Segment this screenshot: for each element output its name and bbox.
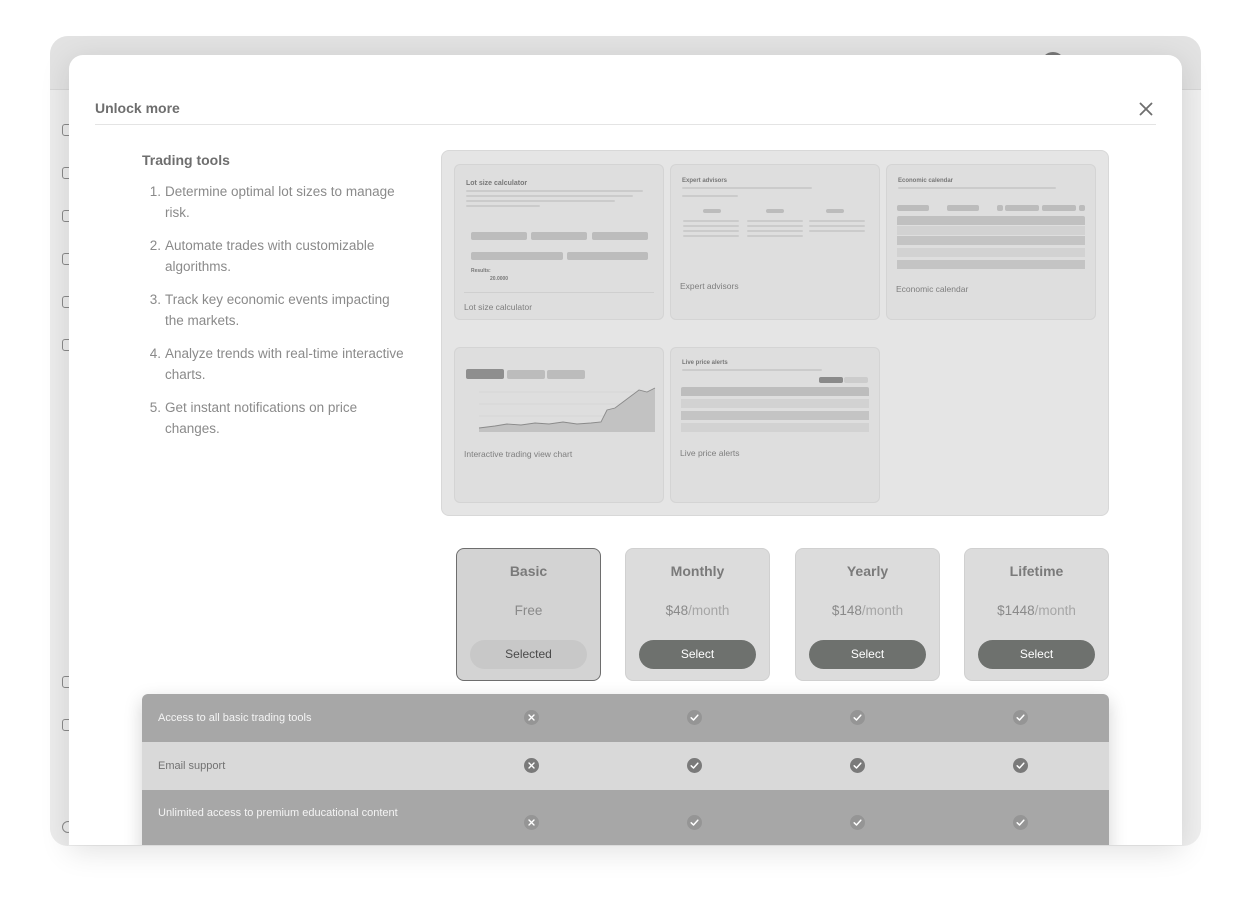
- tool-card-economic-calendar[interactable]: Economic calendar Economic calendar: [886, 164, 1096, 320]
- live-price-alerts-preview: Live price alerts: [682, 360, 868, 371]
- feature-label: Unlimited access to premium educational …: [158, 807, 398, 819]
- close-icon: [1139, 102, 1153, 116]
- table-row: Access to all basic trading tools: [142, 694, 1109, 742]
- background-sidebar: [50, 90, 68, 846]
- tool-card-label: Live price alerts: [680, 448, 740, 458]
- included-icon: [850, 710, 865, 725]
- included-icon: [687, 815, 702, 830]
- tool-card-label: Lot size calculator: [464, 302, 533, 312]
- excluded-icon: [524, 815, 539, 830]
- select-yearly-button[interactable]: Select: [809, 640, 926, 669]
- feature-label: Access to all basic trading tools: [158, 712, 312, 724]
- select-lifetime-button[interactable]: Select: [978, 640, 1095, 669]
- excluded-icon: [524, 710, 539, 725]
- table-row: Email support: [142, 742, 1109, 790]
- trading-tools-heading: Trading tools: [142, 152, 230, 168]
- tools-preview-panel: Lot size calculator Results: 20.0000 Lot…: [441, 150, 1109, 516]
- plan-yearly[interactable]: Yearly $148/month Select: [795, 548, 940, 681]
- included-icon: [687, 710, 702, 725]
- tool-card-label: Economic calendar: [896, 284, 969, 294]
- select-monthly-button[interactable]: Select: [639, 640, 756, 669]
- tool-card-expert-advisors[interactable]: Expert advisors Expert advisors: [670, 164, 880, 320]
- modal-title: Unlock more: [95, 100, 180, 116]
- feature-item: 1. Determine optimal lot sizes to manage …: [149, 184, 395, 220]
- included-icon: [687, 758, 702, 773]
- feature-item: 5. Get instant notifications on price cha…: [149, 400, 358, 436]
- tool-card-interactive-chart[interactable]: Interactive trading view chart: [454, 347, 664, 503]
- feature-item: 4. Analyze trends with real-time interact…: [149, 346, 404, 382]
- close-button[interactable]: [1136, 99, 1156, 119]
- table-row: Unlimited access to premium educational …: [142, 790, 1109, 845]
- tool-card-label: Interactive trading view chart: [464, 449, 573, 459]
- pricing-plans: Basic Free Selected Monthly $48/month Se…: [456, 548, 1109, 681]
- tool-card-live-price-alerts[interactable]: Live price alerts Live price alerts: [670, 347, 880, 503]
- title-divider: [95, 124, 1156, 125]
- plan-basic[interactable]: Basic Free Selected: [456, 548, 601, 681]
- unlock-more-modal: Unlock more Trading tools 1. Determine op…: [69, 55, 1182, 845]
- plan-lifetime[interactable]: Lifetime $1448/month Select: [964, 548, 1109, 681]
- included-icon: [1013, 710, 1028, 725]
- feature-label: Email support: [158, 760, 226, 772]
- selected-button[interactable]: Selected: [470, 640, 587, 669]
- included-icon: [1013, 815, 1028, 830]
- feature-comparison-table: Access to all basic trading tools Email …: [142, 694, 1109, 845]
- expert-advisors-preview: Expert advisors: [682, 178, 868, 197]
- tool-card-lot-size-calculator[interactable]: Lot size calculator Results: 20.0000 Lot…: [454, 164, 664, 320]
- included-icon: [850, 815, 865, 830]
- included-icon: [1013, 758, 1028, 773]
- included-icon: [850, 758, 865, 773]
- feature-item: 2. Automate trades with customizable algo…: [149, 238, 375, 274]
- tool-card-label: Expert advisors: [680, 281, 739, 291]
- plan-monthly[interactable]: Monthly $48/month Select: [625, 548, 770, 681]
- feature-list: 1. Determine optimal lot sizes to manage …: [142, 181, 412, 451]
- excluded-icon: [524, 758, 539, 773]
- lot-size-preview: Lot size calculator: [466, 180, 652, 207]
- feature-item: 3. Track key economic events impacting th…: [149, 292, 390, 328]
- mini-chart-graphic: [478, 387, 656, 432]
- economic-calendar-preview: Economic calendar: [898, 178, 1084, 189]
